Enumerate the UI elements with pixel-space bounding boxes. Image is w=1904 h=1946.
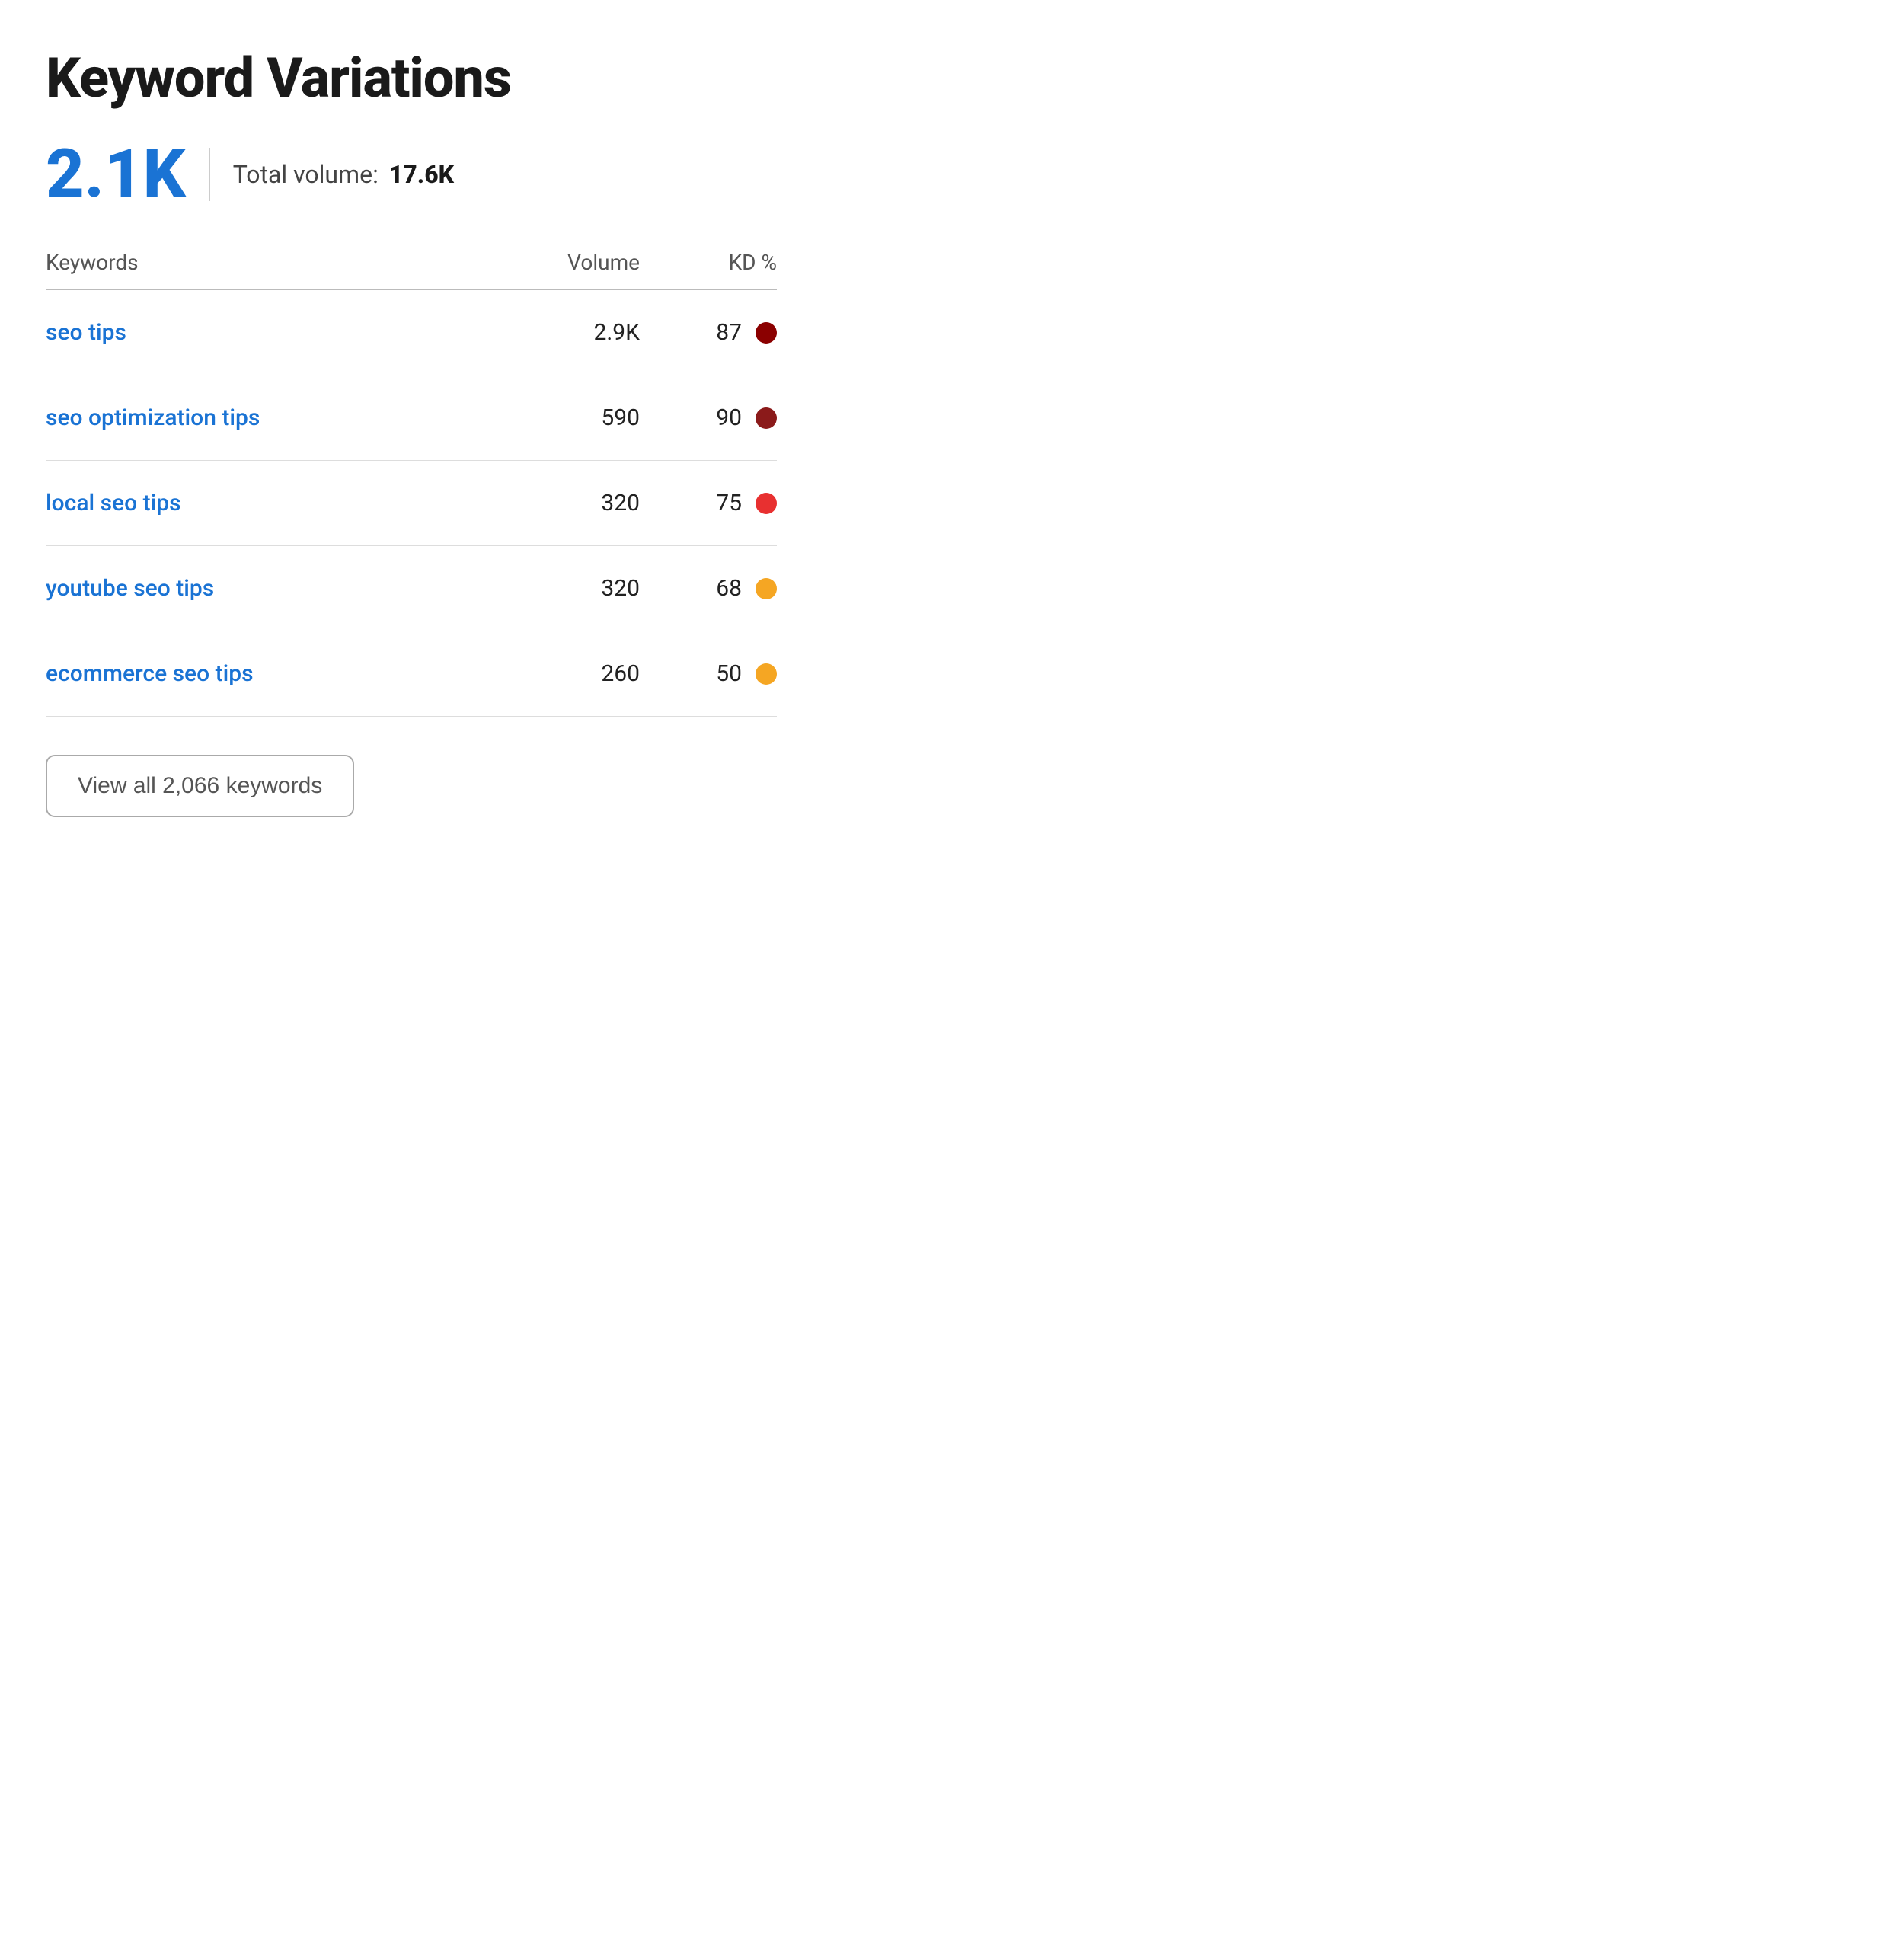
kd-dot: [756, 407, 777, 429]
table-row: ecommerce seo tips260 50: [46, 631, 777, 717]
table-header: Keywords Volume KD %: [46, 250, 777, 290]
kd-value: 68: [716, 575, 742, 602]
keyword-link[interactable]: ecommerce seo tips: [46, 660, 487, 687]
volume-cell: 2.9K: [487, 319, 640, 346]
vertical-divider: [209, 148, 210, 201]
kd-cell: 90: [640, 404, 777, 431]
kd-value: 87: [716, 319, 742, 346]
table-body: seo tips2.9K 87 seo optimization tips590 90…: [46, 290, 777, 717]
main-count: 2.1K: [46, 141, 186, 208]
kd-cell: 87: [640, 319, 777, 346]
keywords-table: Keywords Volume KD % seo tips2.9K 87 seo o…: [46, 250, 777, 717]
kd-cell: 68: [640, 575, 777, 602]
table-row: local seo tips320 75: [46, 461, 777, 546]
total-volume-container: Total volume: 17.6K: [233, 160, 454, 189]
total-volume-label: Total volume:: [233, 160, 379, 189]
keyword-link[interactable]: seo tips: [46, 319, 487, 346]
table-row: seo optimization tips590 90: [46, 375, 777, 461]
kd-cell: 75: [640, 490, 777, 516]
volume-cell: 260: [487, 660, 640, 687]
kd-dot: [756, 663, 777, 685]
table-row: youtube seo tips320 68: [46, 546, 777, 631]
kd-cell: 50: [640, 660, 777, 687]
kd-value: 90: [716, 404, 742, 431]
table-row: seo tips2.9K 87: [46, 290, 777, 375]
volume-cell: 590: [487, 404, 640, 431]
summary-row: 2.1K Total volume: 17.6K: [46, 141, 777, 208]
total-volume-value: 17.6K: [389, 160, 454, 189]
keyword-link[interactable]: local seo tips: [46, 490, 487, 516]
kd-dot: [756, 493, 777, 514]
kd-value: 75: [716, 490, 742, 516]
header-kd: KD %: [640, 250, 777, 275]
keyword-link[interactable]: youtube seo tips: [46, 575, 487, 602]
page-title: Keyword Variations: [46, 46, 777, 110]
view-all-button[interactable]: View all 2,066 keywords: [46, 755, 354, 817]
header-volume: Volume: [487, 250, 640, 275]
kd-dot: [756, 578, 777, 599]
kd-dot: [756, 322, 777, 344]
header-keywords: Keywords: [46, 250, 487, 275]
kd-value: 50: [716, 660, 742, 687]
volume-cell: 320: [487, 575, 640, 602]
volume-cell: 320: [487, 490, 640, 516]
keyword-link[interactable]: seo optimization tips: [46, 404, 487, 431]
